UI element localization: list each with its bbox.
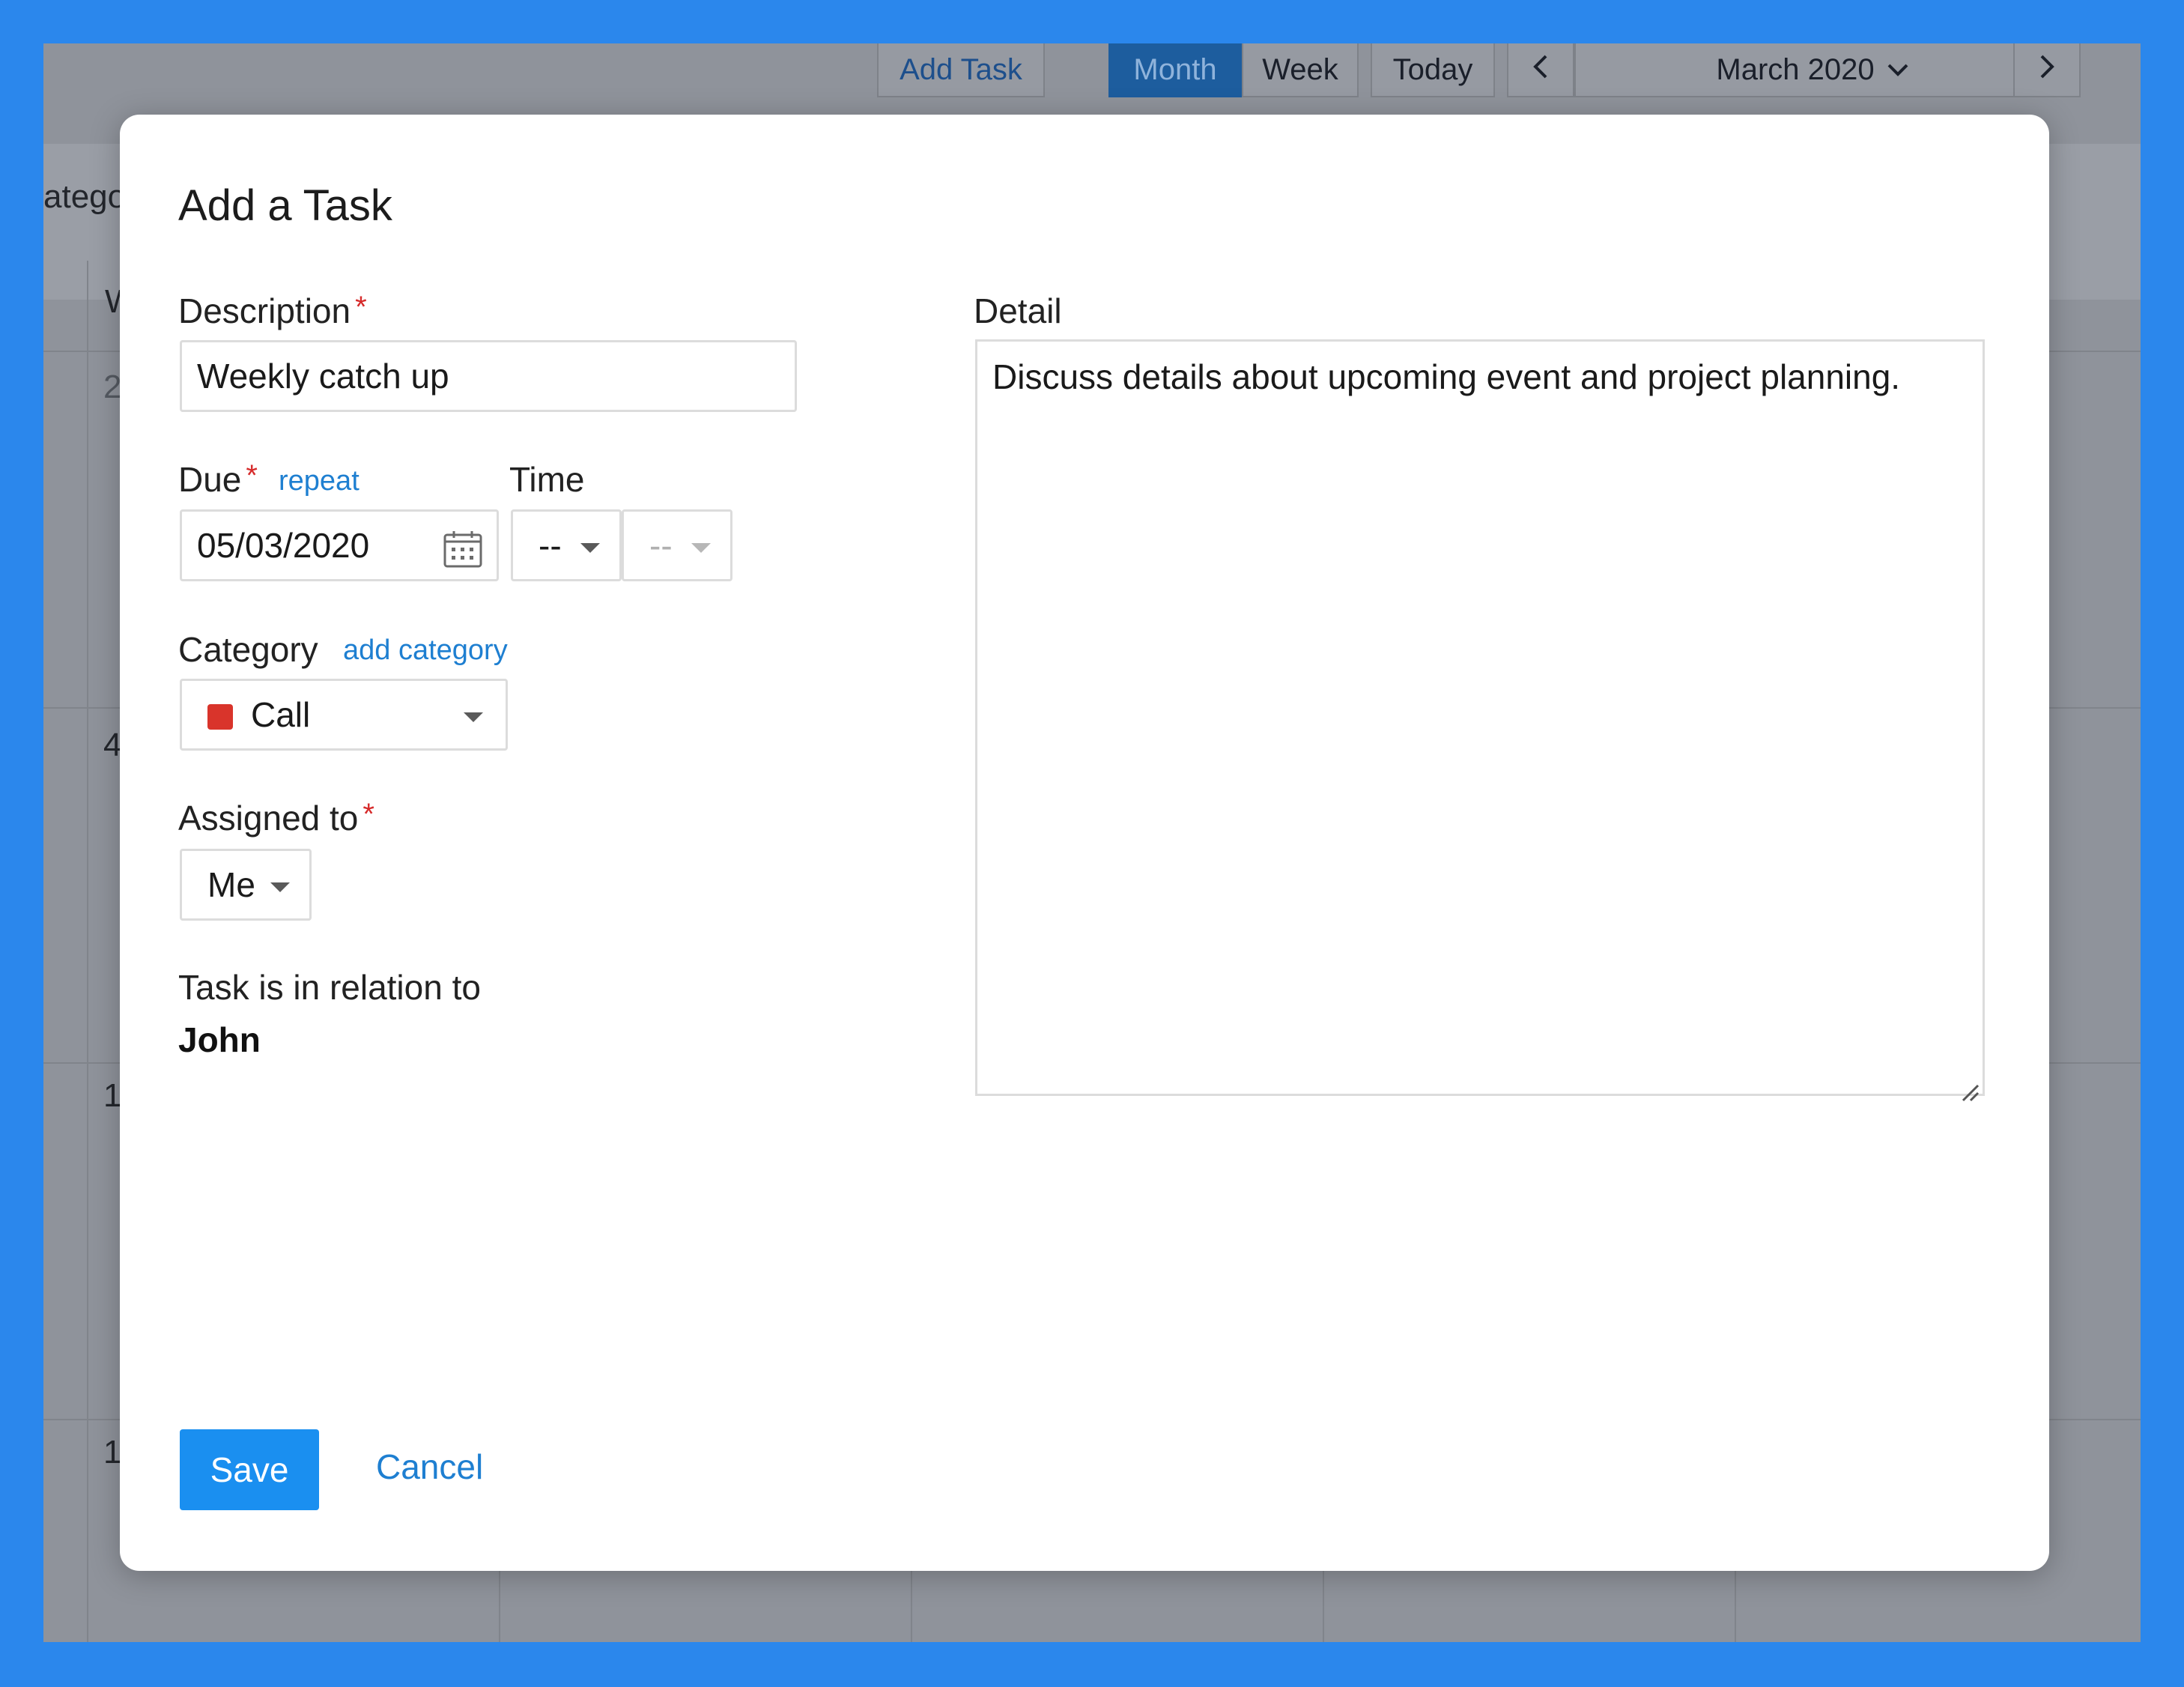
time-minute-select[interactable]: -- <box>622 509 732 581</box>
calendar-day-number: 1 <box>103 1434 122 1471</box>
cancel-button[interactable]: Cancel <box>376 1447 483 1487</box>
time-minute-value: -- <box>649 526 673 565</box>
assigned-to-select[interactable]: Me <box>180 849 312 921</box>
description-label: Description * <box>178 291 367 331</box>
add-category-link[interactable]: add category <box>343 634 508 667</box>
today-button[interactable]: Today <box>1371 43 1495 97</box>
required-mark: * <box>363 798 374 831</box>
week-view-button[interactable]: Week <box>1242 43 1359 97</box>
chevron-left-icon <box>1531 53 1550 87</box>
assigned-to-value: Me <box>207 865 255 904</box>
category-color-swatch <box>207 704 233 730</box>
calendar-day-number: 4 <box>103 727 122 763</box>
resize-grip-icon[interactable] <box>1957 1068 1980 1102</box>
save-button[interactable]: Save <box>180 1429 319 1510</box>
chevron-right-icon <box>2037 53 2057 87</box>
description-input[interactable]: Weekly catch up <box>180 340 797 412</box>
time-label: Time <box>509 460 585 499</box>
description-label-text: Description <box>178 291 351 330</box>
category-select[interactable]: Call <box>180 679 508 751</box>
add-task-dialog: Add a Task Description * Weekly catch up … <box>120 115 2049 1571</box>
relation-label: Task is in relation to <box>178 968 481 1007</box>
assigned-to-label: Assigned to * <box>178 798 374 838</box>
category-label: Category <box>178 630 318 669</box>
dialog-title: Add a Task <box>178 181 392 230</box>
period-selector[interactable]: March 2020 <box>1574 43 2051 97</box>
period-label: March 2020 <box>1716 52 1875 86</box>
add-task-button[interactable]: Add Task <box>877 43 1045 97</box>
detail-textarea[interactable]: Discuss details about upcoming event and… <box>975 339 1985 1102</box>
month-view-button[interactable]: Month <box>1108 43 1242 97</box>
detail-value: Discuss details about upcoming event and… <box>992 357 1901 396</box>
due-date-value: 05/03/2020 <box>197 526 370 565</box>
calendar-day-number: 1 <box>103 1077 122 1114</box>
due-date-input[interactable]: 05/03/2020 <box>180 509 499 581</box>
time-hour-value: -- <box>539 526 562 565</box>
detail-label: Detail <box>974 291 1062 330</box>
caret-down-icon <box>464 712 483 722</box>
prev-period-button[interactable] <box>1507 43 1574 97</box>
category-filter-fragment: atego <box>43 178 127 215</box>
caret-down-icon <box>580 543 600 553</box>
time-hour-select[interactable]: -- <box>511 509 622 581</box>
calendar-icon[interactable] <box>443 530 483 577</box>
due-label: Due * <box>178 459 258 500</box>
due-label-text: Due <box>178 460 242 499</box>
caret-down-icon <box>691 543 711 553</box>
calendar-day-number: 2 <box>103 369 122 405</box>
required-mark: * <box>246 459 258 492</box>
category-value: Call <box>251 695 311 734</box>
relation-value: John <box>178 1020 261 1059</box>
chevron-down-icon <box>1887 62 1909 77</box>
caret-down-icon <box>270 882 290 892</box>
assigned-to-label-text: Assigned to <box>178 799 359 838</box>
repeat-link[interactable]: repeat <box>279 465 360 497</box>
required-mark: * <box>355 291 367 324</box>
next-period-button[interactable] <box>2013 43 2081 97</box>
calendar-toolbar: Add Task Month Week Today March 2020 <box>43 43 2141 115</box>
description-value: Weekly catch up <box>197 357 449 396</box>
grid-line <box>87 261 88 1642</box>
